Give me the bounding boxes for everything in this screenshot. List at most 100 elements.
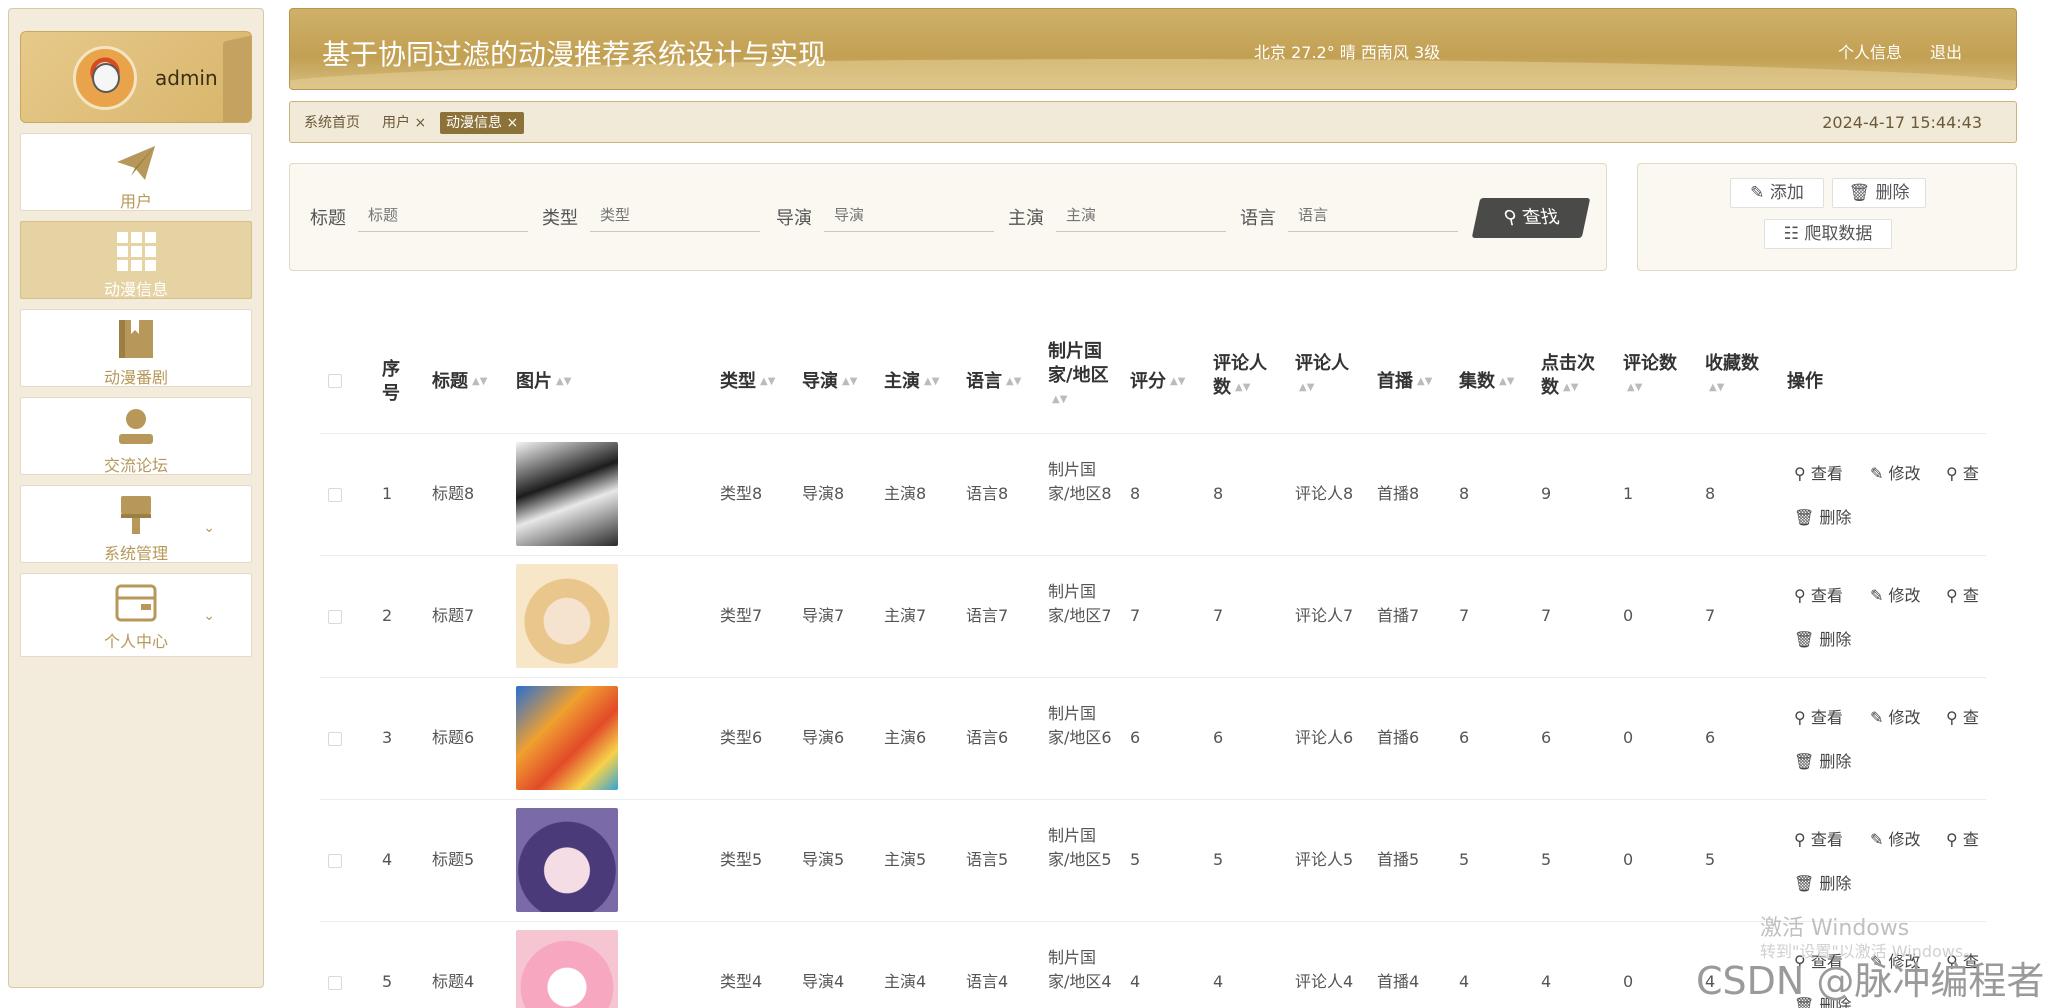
view-button[interactable]: ⚲ 查看 bbox=[1794, 582, 1843, 606]
col-comments[interactable]: 评论数 ▲▼ bbox=[1623, 352, 1687, 400]
cell-rating: 4 bbox=[1130, 972, 1141, 991]
type-label: 类型 bbox=[542, 208, 578, 229]
tab-users[interactable]: 用户 × bbox=[382, 112, 426, 134]
delete-row-button[interactable]: 🗑 删除 bbox=[1794, 748, 1851, 772]
view-more-button[interactable]: ⚲ 查 bbox=[1946, 582, 1979, 606]
cell-premiere: 首播8 bbox=[1377, 484, 1420, 503]
anime-thumbnail[interactable] bbox=[516, 686, 618, 790]
anime-thumbnail[interactable] bbox=[516, 808, 618, 912]
col-premiere[interactable]: 首播 ▲▼ bbox=[1377, 370, 1432, 394]
cell-comments: 0 bbox=[1623, 972, 1634, 991]
col-language[interactable]: 语言 ▲▼ bbox=[966, 370, 1021, 394]
sidebar-item-anime-info[interactable]: 动漫信息 bbox=[20, 221, 252, 299]
cell-index: 3 bbox=[382, 728, 393, 747]
tab-home[interactable]: 系统首页 bbox=[304, 112, 360, 134]
row-checkbox[interactable] bbox=[328, 854, 342, 868]
col-country[interactable]: 制片国家/地区▲▼ bbox=[1048, 340, 1112, 412]
table-header: 序号 标题 ▲▼ 图片 ▲▼ 类型 ▲▼ 导演 ▲▼ 主演 ▲▼ 语言 ▲▼ 制片国家/地区… bbox=[320, 330, 1986, 434]
add-button[interactable]: ✎ 添加 bbox=[1730, 178, 1824, 208]
col-rating[interactable]: 评分 ▲▼ bbox=[1130, 370, 1185, 394]
cell-comments: 0 bbox=[1623, 728, 1634, 747]
row-checkbox[interactable] bbox=[328, 488, 342, 502]
delete-button[interactable]: 🗑 删除 bbox=[1832, 178, 1926, 208]
chevron-down-icon: ⌄ bbox=[203, 608, 215, 624]
delete-row-button[interactable]: 🗑 删除 bbox=[1794, 870, 1851, 894]
col-episodes[interactable]: 集数 ▲▼ bbox=[1459, 370, 1514, 394]
edit-button[interactable]: ✎ 修改 bbox=[1870, 460, 1921, 484]
col-clicks[interactable]: 点击次数 ▲▼ bbox=[1541, 352, 1605, 400]
row-checkbox[interactable] bbox=[328, 976, 342, 990]
sidebar-item-label: 动漫番剧 bbox=[103, 368, 168, 387]
col-image[interactable]: 图片 ▲▼ bbox=[516, 370, 571, 394]
col-title[interactable]: 标题 ▲▼ bbox=[432, 370, 487, 394]
cell-country: 制片国家/地区5 bbox=[1048, 826, 1112, 869]
logout-link[interactable]: 退出 bbox=[1930, 39, 1962, 63]
view-more-button[interactable]: ⚲ 查 bbox=[1946, 460, 1979, 484]
col-reviewers-count[interactable]: 评论人数 ▲▼ bbox=[1213, 352, 1277, 400]
view-button[interactable]: ⚲ 查看 bbox=[1794, 460, 1843, 484]
view-button[interactable]: ⚲ 查看 bbox=[1794, 704, 1843, 728]
col-favorites[interactable]: 收藏数 ▲▼ bbox=[1705, 352, 1769, 400]
cell-actor: 主演5 bbox=[884, 850, 927, 869]
sidebar-item-forum[interactable]: 交流论坛 bbox=[20, 397, 252, 475]
cell-comments: 1 bbox=[1623, 484, 1634, 503]
cell-country: 制片国家/地区8 bbox=[1048, 460, 1112, 503]
trash-icon: 🗑 bbox=[1794, 630, 1815, 649]
language-input[interactable] bbox=[1288, 200, 1458, 232]
edit-icon: ✎ bbox=[1870, 830, 1884, 849]
cell-reviewers-count: 6 bbox=[1213, 728, 1224, 747]
title-input[interactable] bbox=[358, 200, 528, 232]
tab-anime-info[interactable]: 动漫信息 × bbox=[440, 112, 525, 134]
sidebar-item-label: 交流论坛 bbox=[103, 456, 168, 475]
cell-title: 标题5 bbox=[432, 850, 475, 869]
edit-button[interactable]: ✎ 修改 bbox=[1870, 704, 1921, 728]
cell-type: 类型5 bbox=[720, 850, 763, 869]
search-button[interactable]: ⚲ 查找 bbox=[1471, 198, 1591, 238]
col-reviewer[interactable]: 评论人 ▲▼ bbox=[1295, 352, 1359, 400]
table-row: 3 标题6 类型6 导演6 主演6 语言6 制片国家/地区6 6 6 评论人6 … bbox=[320, 678, 1986, 800]
sidebar-item-anime-series[interactable]: 动漫番剧 bbox=[20, 309, 252, 387]
actor-input[interactable] bbox=[1056, 200, 1226, 232]
select-all-checkbox[interactable] bbox=[328, 374, 342, 388]
col-director[interactable]: 导演 ▲▼ bbox=[802, 370, 857, 394]
edit-icon: ✎ bbox=[1750, 183, 1765, 203]
sidebar-item-system[interactable]: 系统管理 ⌄ bbox=[20, 485, 252, 563]
sidebar-item-users[interactable]: 用户 bbox=[20, 133, 252, 211]
chevron-down-icon: ⌄ bbox=[203, 520, 215, 536]
cell-director: 导演5 bbox=[802, 850, 845, 869]
anime-thumbnail[interactable] bbox=[516, 564, 618, 668]
type-input[interactable] bbox=[590, 200, 760, 232]
edit-button[interactable]: ✎ 修改 bbox=[1870, 582, 1921, 606]
sidebar-item-profile[interactable]: 个人中心 ⌄ bbox=[20, 573, 252, 657]
row-checkbox[interactable] bbox=[328, 610, 342, 624]
delete-row-button[interactable]: 🗑 删除 bbox=[1794, 626, 1851, 650]
cell-comments: 0 bbox=[1623, 850, 1634, 869]
search-icon: ⚲ bbox=[1946, 464, 1958, 483]
anime-thumbnail[interactable] bbox=[516, 442, 618, 546]
card-icon bbox=[115, 584, 157, 622]
trash-icon: 🗑 bbox=[1794, 508, 1815, 527]
director-label: 导演 bbox=[776, 208, 812, 229]
cell-type: 类型4 bbox=[720, 972, 763, 991]
row-checkbox[interactable] bbox=[328, 732, 342, 746]
col-type[interactable]: 类型 ▲▼ bbox=[720, 370, 775, 394]
director-input[interactable] bbox=[824, 200, 994, 232]
profile-link[interactable]: 个人信息 bbox=[1838, 39, 1902, 63]
search-icon: ⚲ bbox=[1794, 464, 1806, 483]
header-banner: 基于协同过滤的动漫推荐系统设计与实现 北京 27.2° 晴 西南风 3级 个人信… bbox=[289, 8, 2017, 90]
delete-row-button[interactable]: 🗑 删除 bbox=[1794, 504, 1851, 528]
col-actor[interactable]: 主演 ▲▼ bbox=[884, 370, 939, 394]
actor-label: 主演 bbox=[1008, 208, 1044, 229]
view-more-button[interactable]: ⚲ 查 bbox=[1946, 704, 1979, 728]
cell-clicks: 6 bbox=[1541, 728, 1552, 747]
view-more-button[interactable]: ⚲ 查 bbox=[1946, 826, 1979, 850]
cell-favorites: 8 bbox=[1705, 484, 1716, 503]
edit-button[interactable]: ✎ 修改 bbox=[1870, 826, 1921, 850]
cell-favorites: 5 bbox=[1705, 850, 1716, 869]
view-button[interactable]: ⚲ 查看 bbox=[1794, 826, 1843, 850]
user-card[interactable]: admin bbox=[20, 31, 252, 123]
crawl-data-button[interactable]: ☷ 爬取数据 bbox=[1764, 219, 1892, 249]
cell-reviewers-count: 4 bbox=[1213, 972, 1224, 991]
anime-thumbnail[interactable] bbox=[516, 930, 618, 1008]
ribbon-decoration bbox=[223, 34, 251, 122]
